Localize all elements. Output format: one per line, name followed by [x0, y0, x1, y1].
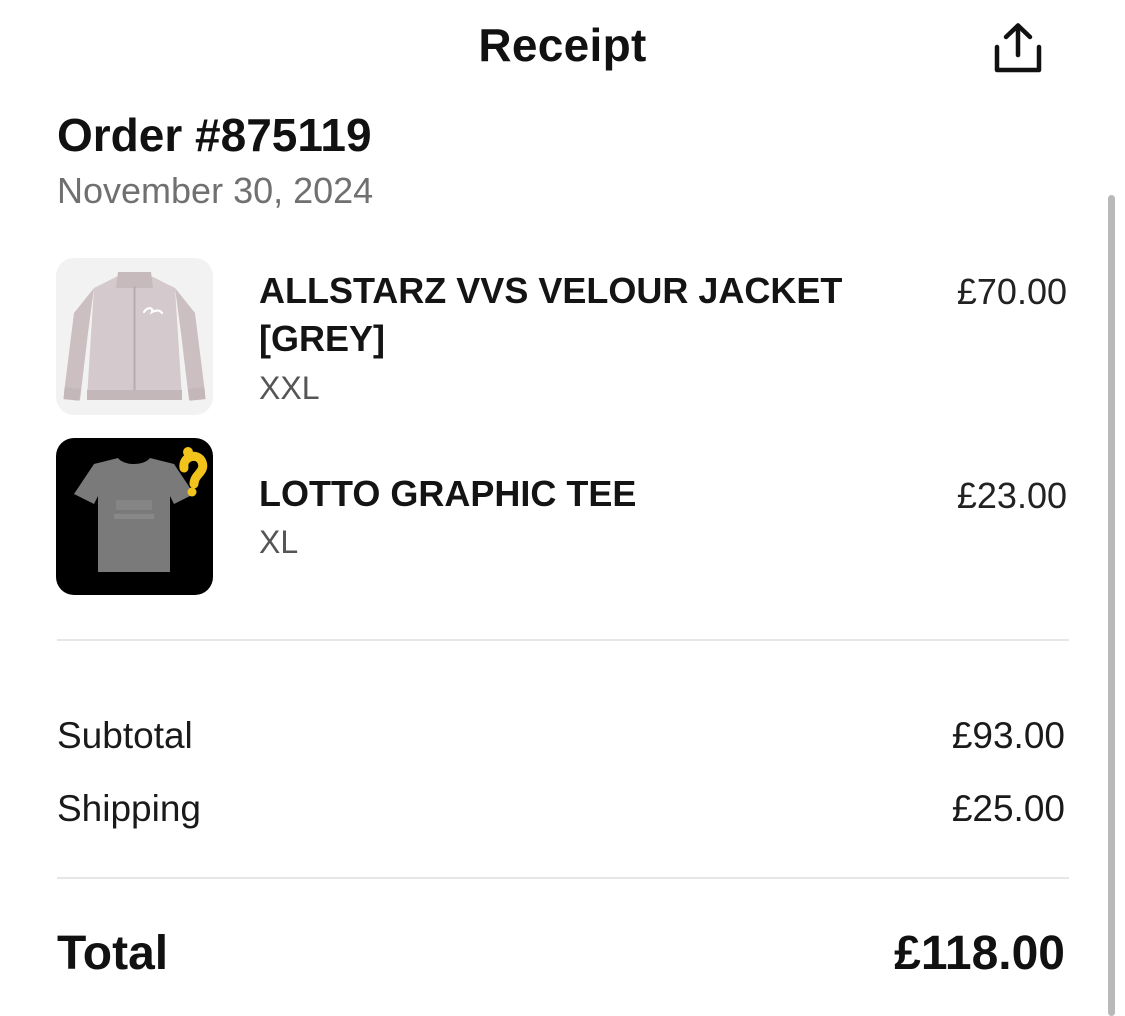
product-image-jacket[interactable]: [56, 258, 213, 415]
divider: [57, 877, 1069, 879]
shipping-label: Shipping: [57, 788, 202, 829]
share-button[interactable]: [988, 18, 1048, 78]
grey-graphic-tee-image: [74, 447, 208, 572]
subtotal-value: £93.00: [951, 715, 1065, 756]
item-price: £23.00: [956, 475, 1067, 516]
subtotal-label: Subtotal: [57, 715, 193, 756]
total-label: Total: [57, 927, 169, 980]
item-name: ALLSTARZ VVS VELOUR JACKET [GREY]: [259, 270, 843, 359]
item-price: £70.00: [956, 271, 1067, 312]
total-value: £118.00: [894, 927, 1065, 980]
divider: [57, 639, 1069, 641]
item-variant: XXL: [259, 370, 320, 406]
scrollbar[interactable]: [1108, 195, 1115, 1016]
item-variant: XL: [259, 524, 299, 560]
order-date: November 30, 2024: [57, 170, 374, 211]
shipping-value: £25.00: [951, 788, 1065, 829]
grey-velour-jacket-image: [63, 272, 206, 401]
product-image-tee[interactable]: [56, 438, 213, 595]
page-title: Receipt: [478, 19, 647, 71]
item-name: LOTTO GRAPHIC TEE: [259, 473, 637, 514]
order-number: Order #875119: [57, 109, 372, 161]
share-icon: [994, 23, 1042, 73]
